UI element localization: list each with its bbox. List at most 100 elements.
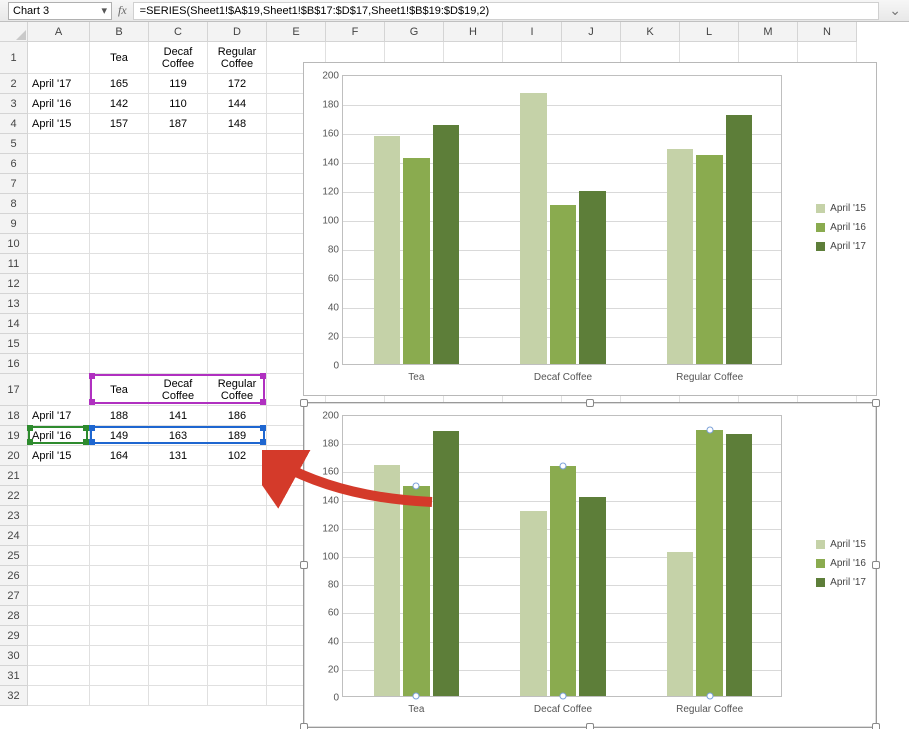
col-header-M[interactable]: M [739,22,798,42]
cell-D21[interactable] [208,466,267,486]
expand-formula-bar-icon[interactable]: ⌄ [889,2,901,19]
cell-A27[interactable] [28,586,90,606]
row-header-30[interactable]: 30 [0,646,28,666]
cell-A14[interactable] [28,314,90,334]
cell-D8[interactable] [208,194,267,214]
cell-C7[interactable] [149,174,208,194]
cell-D9[interactable] [208,214,267,234]
cell-D30[interactable] [208,646,267,666]
bar[interactable] [726,434,752,696]
resize-handle[interactable] [872,561,880,569]
legend-item[interactable]: April '15 [816,539,866,550]
cell-A26[interactable] [28,566,90,586]
bar[interactable] [374,136,400,364]
row-header-17[interactable]: 17 [0,374,28,406]
cell-C14[interactable] [149,314,208,334]
cell-C8[interactable] [149,194,208,214]
resize-handle[interactable] [586,723,594,729]
row-header-24[interactable]: 24 [0,526,28,546]
cell-C6[interactable] [149,154,208,174]
row-header-6[interactable]: 6 [0,154,28,174]
row-header-13[interactable]: 13 [0,294,28,314]
cell-C24[interactable] [149,526,208,546]
row-header-4[interactable]: 4 [0,114,28,134]
row-header-18[interactable]: 18 [0,406,28,426]
cell-D2[interactable]: 172 [208,74,267,94]
cell-C25[interactable] [149,546,208,566]
cell-C32[interactable] [149,686,208,706]
cell-A13[interactable] [28,294,90,314]
cell-B6[interactable] [90,154,149,174]
cell-D25[interactable] [208,546,267,566]
col-header-B[interactable]: B [90,22,149,42]
cell-B25[interactable] [90,546,149,566]
cell-D26[interactable] [208,566,267,586]
cell-B32[interactable] [90,686,149,706]
cell-B12[interactable] [90,274,149,294]
cell-B27[interactable] [90,586,149,606]
cell-C3[interactable]: 110 [149,94,208,114]
cell-A16[interactable] [28,354,90,374]
row-header-28[interactable]: 28 [0,606,28,626]
row-header-23[interactable]: 23 [0,506,28,526]
cell-A10[interactable] [28,234,90,254]
cell-A18[interactable]: April '17 [28,406,90,426]
cell-A6[interactable] [28,154,90,174]
cell-B16[interactable] [90,354,149,374]
cell-B14[interactable] [90,314,149,334]
cell-D14[interactable] [208,314,267,334]
cell-C31[interactable] [149,666,208,686]
cell-C5[interactable] [149,134,208,154]
cell-C2[interactable]: 119 [149,74,208,94]
legend-item[interactable]: April '16 [816,222,866,233]
fx-icon[interactable]: fx [118,3,127,18]
chart-top[interactable]: 020406080100120140160180200TeaDecaf Coff… [303,62,877,396]
cell-C22[interactable] [149,486,208,506]
legend-item[interactable]: April '15 [816,203,866,214]
cell-B4[interactable]: 157 [90,114,149,134]
cell-D24[interactable] [208,526,267,546]
cell-C13[interactable] [149,294,208,314]
chart-top-plot[interactable]: 020406080100120140160180200TeaDecaf Coff… [342,75,782,365]
cell-B20[interactable]: 164 [90,446,149,466]
name-box[interactable]: Chart 3 ▾ [8,2,112,20]
cell-A24[interactable] [28,526,90,546]
cell-A8[interactable] [28,194,90,214]
cell-B23[interactable] [90,506,149,526]
row-header-12[interactable]: 12 [0,274,28,294]
cell-A5[interactable] [28,134,90,154]
cell-A17[interactable] [28,374,90,406]
cell-C15[interactable] [149,334,208,354]
row-header-25[interactable]: 25 [0,546,28,566]
cell-B24[interactable] [90,526,149,546]
cell-C11[interactable] [149,254,208,274]
cell-A1[interactable] [28,42,90,74]
row-header-1[interactable]: 1 [0,42,28,74]
cell-B13[interactable] [90,294,149,314]
cell-C4[interactable]: 187 [149,114,208,134]
row-header-32[interactable]: 32 [0,686,28,706]
cell-A7[interactable] [28,174,90,194]
cell-D7[interactable] [208,174,267,194]
cell-C18[interactable]: 141 [149,406,208,426]
formula-input[interactable]: =SERIES(Sheet1!$A$19,Sheet1!$B$17:$D$17,… [133,2,880,20]
bar[interactable] [696,155,722,364]
cell-C1[interactable]: Decaf Coffee [149,42,208,74]
col-header-L[interactable]: L [680,22,739,42]
bar[interactable] [667,149,693,364]
bar[interactable] [696,430,722,696]
col-header-H[interactable]: H [444,22,503,42]
cell-C20[interactable]: 131 [149,446,208,466]
row-header-16[interactable]: 16 [0,354,28,374]
row-header-9[interactable]: 9 [0,214,28,234]
cell-C30[interactable] [149,646,208,666]
cell-B10[interactable] [90,234,149,254]
cell-B29[interactable] [90,626,149,646]
cell-A28[interactable] [28,606,90,626]
chart-bottom-plot[interactable]: 020406080100120140160180200TeaDecaf Coff… [342,415,782,697]
cell-D10[interactable] [208,234,267,254]
cell-B17[interactable]: Tea [90,374,149,406]
cell-C27[interactable] [149,586,208,606]
cell-D29[interactable] [208,626,267,646]
cell-D32[interactable] [208,686,267,706]
